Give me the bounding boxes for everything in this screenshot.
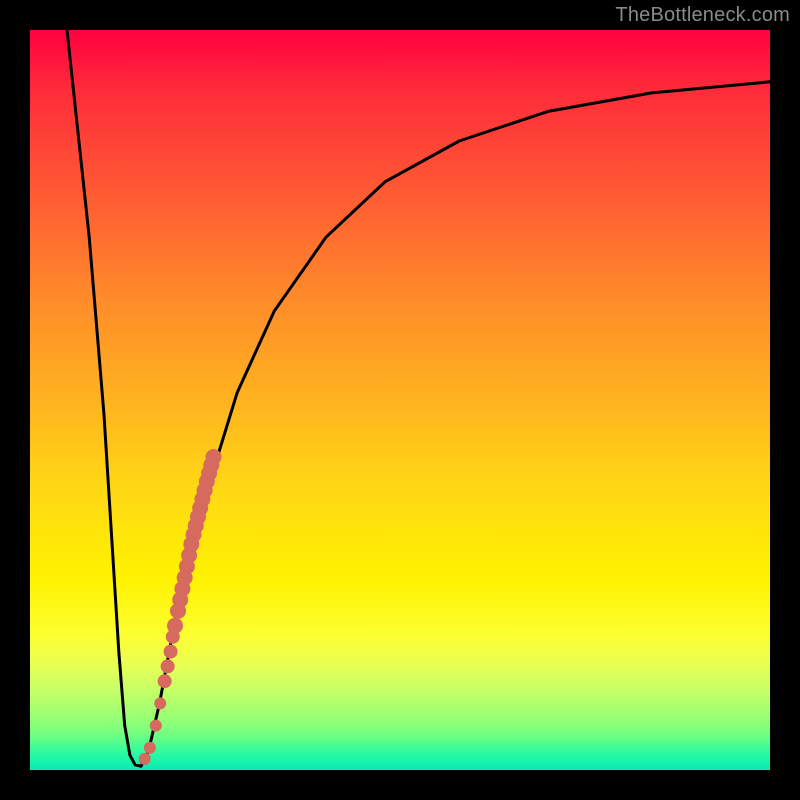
plot-area	[30, 30, 770, 770]
highlight-dot	[154, 697, 166, 709]
highlight-dot	[150, 720, 162, 732]
highlight-dot	[164, 645, 178, 659]
highlight-dot	[139, 753, 151, 765]
highlight-dot	[206, 449, 222, 465]
highlight-dot	[161, 659, 175, 673]
highlight-dots	[139, 449, 222, 765]
highlight-dot	[158, 674, 172, 688]
highlight-dot	[144, 742, 156, 754]
highlight-dot	[167, 618, 183, 634]
watermark-text: TheBottleneck.com	[615, 4, 790, 27]
chart-svg	[30, 30, 770, 770]
chart-frame: TheBottleneck.com	[0, 0, 800, 800]
